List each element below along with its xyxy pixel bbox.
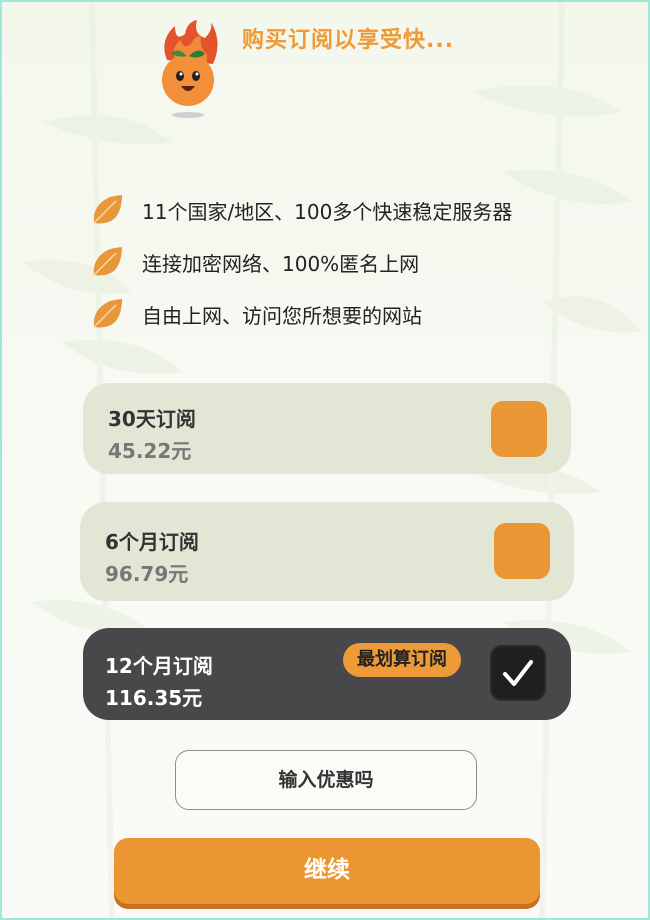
continue-button[interactable]: 继续 — [114, 838, 540, 904]
screen: 购买订阅以享受快... 11个国家/地区、100多个快速稳定服务器 连接加密网络… — [0, 0, 650, 920]
plan-title: 12个月订阅 — [105, 654, 213, 678]
feature-item: 连接加密网络、100%匿名上网 — [90, 236, 590, 288]
orange-mascot-icon — [162, 20, 218, 118]
feature-item: 自由上网、访问您所想要的网站 — [90, 288, 590, 340]
plan-title: 30天订阅 — [108, 407, 196, 431]
plan-title: 6个月订阅 — [105, 530, 199, 554]
plan-checkbox[interactable] — [494, 523, 550, 579]
feature-item: 11个国家/地区、100多个快速稳定服务器 — [90, 184, 590, 236]
promo-code-button[interactable]: 输入优惠吗 — [175, 750, 477, 810]
best-value-badge: 最划算订阅 — [343, 643, 461, 677]
plan-option-30-days[interactable]: 30天订阅 45.22元 — [83, 383, 571, 474]
leaf-icon — [93, 195, 122, 224]
feature-text: 11个国家/地区、100多个快速稳定服务器 — [142, 199, 513, 224]
plan-price: 45.22元 — [108, 439, 192, 463]
feature-text: 连接加密网络、100%匿名上网 — [142, 251, 420, 276]
checkmark-icon — [503, 660, 533, 686]
leaf-icon — [93, 299, 122, 328]
leaf-icon — [93, 247, 122, 276]
header: 购买订阅以享受快... — [2, 2, 648, 132]
feature-text: 自由上网、访问您所想要的网站 — [142, 303, 422, 328]
plan-price: 116.35元 — [105, 686, 203, 710]
feature-list: 11个国家/地区、100多个快速稳定服务器 连接加密网络、100%匿名上网 自由… — [90, 184, 590, 340]
plan-checkbox-checked[interactable] — [490, 645, 546, 701]
plan-option-12-months[interactable]: 12个月订阅 116.35元 最划算订阅 — [83, 628, 571, 720]
plan-checkbox[interactable] — [491, 401, 547, 457]
plan-option-6-months[interactable]: 6个月订阅 96.79元 — [80, 502, 574, 601]
page-title: 购买订阅以享受快... — [242, 28, 455, 53]
plan-price: 96.79元 — [105, 562, 189, 586]
